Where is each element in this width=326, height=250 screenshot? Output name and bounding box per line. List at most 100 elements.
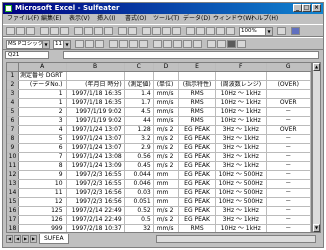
increase-decimal-icon[interactable] <box>183 40 192 48</box>
row-header[interactable]: 5 <box>7 107 19 117</box>
copy-icon[interactable] <box>84 27 93 35</box>
worksheet-grid[interactable]: A B C D E F G 1 測定番号 DGRT 2 (データNo.) (年月日 時分) (測定値)(… <box>6 62 312 233</box>
cell[interactable]: (周波数レンジ) <box>215 80 267 90</box>
cell[interactable]: 999 <box>18 224 67 232</box>
comma-icon[interactable] <box>173 40 182 48</box>
cell[interactable]: EG PEAK <box>178 152 216 162</box>
cell[interactable]: m/s 2 <box>153 161 180 171</box>
row-header[interactable]: 18 <box>7 224 19 232</box>
cell[interactable]: EG PEAK <box>178 161 216 171</box>
italic-icon[interactable] <box>85 40 94 48</box>
cell[interactable]: 2 <box>18 107 67 117</box>
cell[interactable]: － <box>266 197 311 207</box>
undo-icon[interactable] <box>118 27 127 35</box>
cell[interactable]: 1997/1/18 16:35 <box>66 89 125 99</box>
cell[interactable]: 1997/1/18 16:35 <box>66 98 125 108</box>
bold-icon[interactable] <box>75 40 84 48</box>
new-icon[interactable] <box>6 27 15 35</box>
cell[interactable]: － <box>266 170 311 180</box>
cell[interactable]: 0.56 <box>124 152 154 162</box>
minimize-button[interactable]: _ <box>293 4 302 12</box>
cell[interactable]: 10Hz ～ 500Hz <box>215 197 267 207</box>
cell[interactable]: 44 <box>124 116 154 126</box>
row-header[interactable]: 16 <box>7 206 19 216</box>
cell[interactable]: 1.28 <box>124 125 154 135</box>
menu-item[interactable]: ファイル(F) <box>7 14 39 24</box>
sort-descending-icon[interactable] <box>172 27 181 35</box>
cell[interactable] <box>124 71 154 81</box>
cell[interactable]: mm/s <box>153 107 180 117</box>
cell[interactable]: 0.046 <box>124 179 154 189</box>
cell[interactable]: RMS <box>178 224 216 232</box>
cell[interactable]: (データNo.) <box>18 80 67 90</box>
cell[interactable]: EG PEAK <box>178 197 216 207</box>
column-header[interactable]: C <box>124 63 154 72</box>
cell[interactable]: 3Hz ～ 1kHz <box>215 161 267 171</box>
cell[interactable]: 1.7 <box>124 98 154 108</box>
cell[interactable]: 10Hz ～ 1kHz <box>215 116 267 126</box>
cell[interactable]: 9 <box>18 170 67 180</box>
chart-wizard-icon[interactable] <box>186 27 195 35</box>
row-header[interactable]: 12 <box>7 170 19 180</box>
cell[interactable]: － <box>266 143 311 153</box>
row-header[interactable]: 14 <box>7 188 19 198</box>
next-sheet-icon[interactable]: ▶ <box>22 235 29 243</box>
last-sheet-icon[interactable]: ▶ <box>30 235 37 243</box>
horizontal-scrollbar[interactable] <box>156 235 316 243</box>
cell[interactable]: 10Hz ～ 1kHz <box>215 89 267 99</box>
redo-icon[interactable] <box>128 27 137 35</box>
row-header[interactable]: 3 <box>7 89 19 99</box>
align-center-icon[interactable] <box>119 40 128 48</box>
cell[interactable]: 3.2 <box>124 134 154 144</box>
cell[interactable]: RMS <box>178 116 216 126</box>
help-icon[interactable] <box>291 27 300 35</box>
cell[interactable]: 2.9 <box>124 143 154 153</box>
menu-item[interactable]: 挿入(I) <box>97 14 115 24</box>
column-header[interactable]: B <box>66 63 125 72</box>
cell[interactable] <box>266 71 311 81</box>
font-name-select[interactable]: MS Pゴシック ▼ <box>6 40 50 49</box>
row-header[interactable]: 15 <box>7 197 19 207</box>
cell[interactable]: － <box>266 116 311 126</box>
cell[interactable]: － <box>266 134 311 144</box>
cell[interactable]: 1997/2/3 16:55 <box>66 170 125 180</box>
align-left-icon[interactable] <box>109 40 118 48</box>
cell[interactable]: 1997/1/19 9:02 <box>66 116 125 126</box>
cell[interactable]: 1997/1/24 13:07 <box>66 143 125 153</box>
sort-ascending-icon[interactable] <box>162 27 171 35</box>
arrange-icon[interactable] <box>226 27 235 35</box>
cell[interactable]: mm/s <box>153 89 180 99</box>
cell[interactable]: 1 <box>18 89 67 99</box>
row-header[interactable]: 13 <box>7 179 19 189</box>
cell[interactable]: mm/s <box>153 224 180 232</box>
cell[interactable]: m/s 2 <box>153 134 180 144</box>
cell[interactable]: 0.03 <box>124 188 154 198</box>
cell[interactable]: mm <box>153 197 180 207</box>
open-icon[interactable] <box>16 27 25 35</box>
cell[interactable] <box>266 89 311 99</box>
scroll-down-icon[interactable]: ▼ <box>313 224 320 232</box>
cell[interactable]: 1 <box>18 98 67 108</box>
cell[interactable]: 125 <box>18 206 67 216</box>
cell[interactable]: 1997/2/3 16:56 <box>66 188 125 198</box>
cell[interactable]: 0.051 <box>124 197 154 207</box>
cell[interactable]: 126 <box>18 215 67 225</box>
cell[interactable]: 1997/1/24 13:07 <box>66 134 125 144</box>
menu-item[interactable]: ウィンドウ(W) <box>213 14 254 24</box>
cell[interactable]: 0.45 <box>124 161 154 171</box>
prev-sheet-icon[interactable]: ◀ <box>14 235 21 243</box>
cell[interactable]: EG PEAK <box>178 134 216 144</box>
cell[interactable]: 1.4 <box>124 89 154 99</box>
cell[interactable]: 1997/1/24 13:07 <box>66 125 125 135</box>
first-sheet-icon[interactable]: ◀ <box>6 235 13 243</box>
tipwizard-icon[interactable] <box>277 27 286 35</box>
cell[interactable]: 0.044 <box>124 170 154 180</box>
cell[interactable]: mm <box>153 188 180 198</box>
cell[interactable]: 1997/2/14 22:49 <box>66 215 125 225</box>
cell[interactable]: 12 <box>18 197 67 207</box>
cell[interactable]: EG PEAK <box>178 143 216 153</box>
row-header[interactable]: 4 <box>7 98 19 108</box>
align-right-icon[interactable] <box>129 40 138 48</box>
percent-icon[interactable] <box>163 40 172 48</box>
cell[interactable]: 7 <box>18 152 67 162</box>
